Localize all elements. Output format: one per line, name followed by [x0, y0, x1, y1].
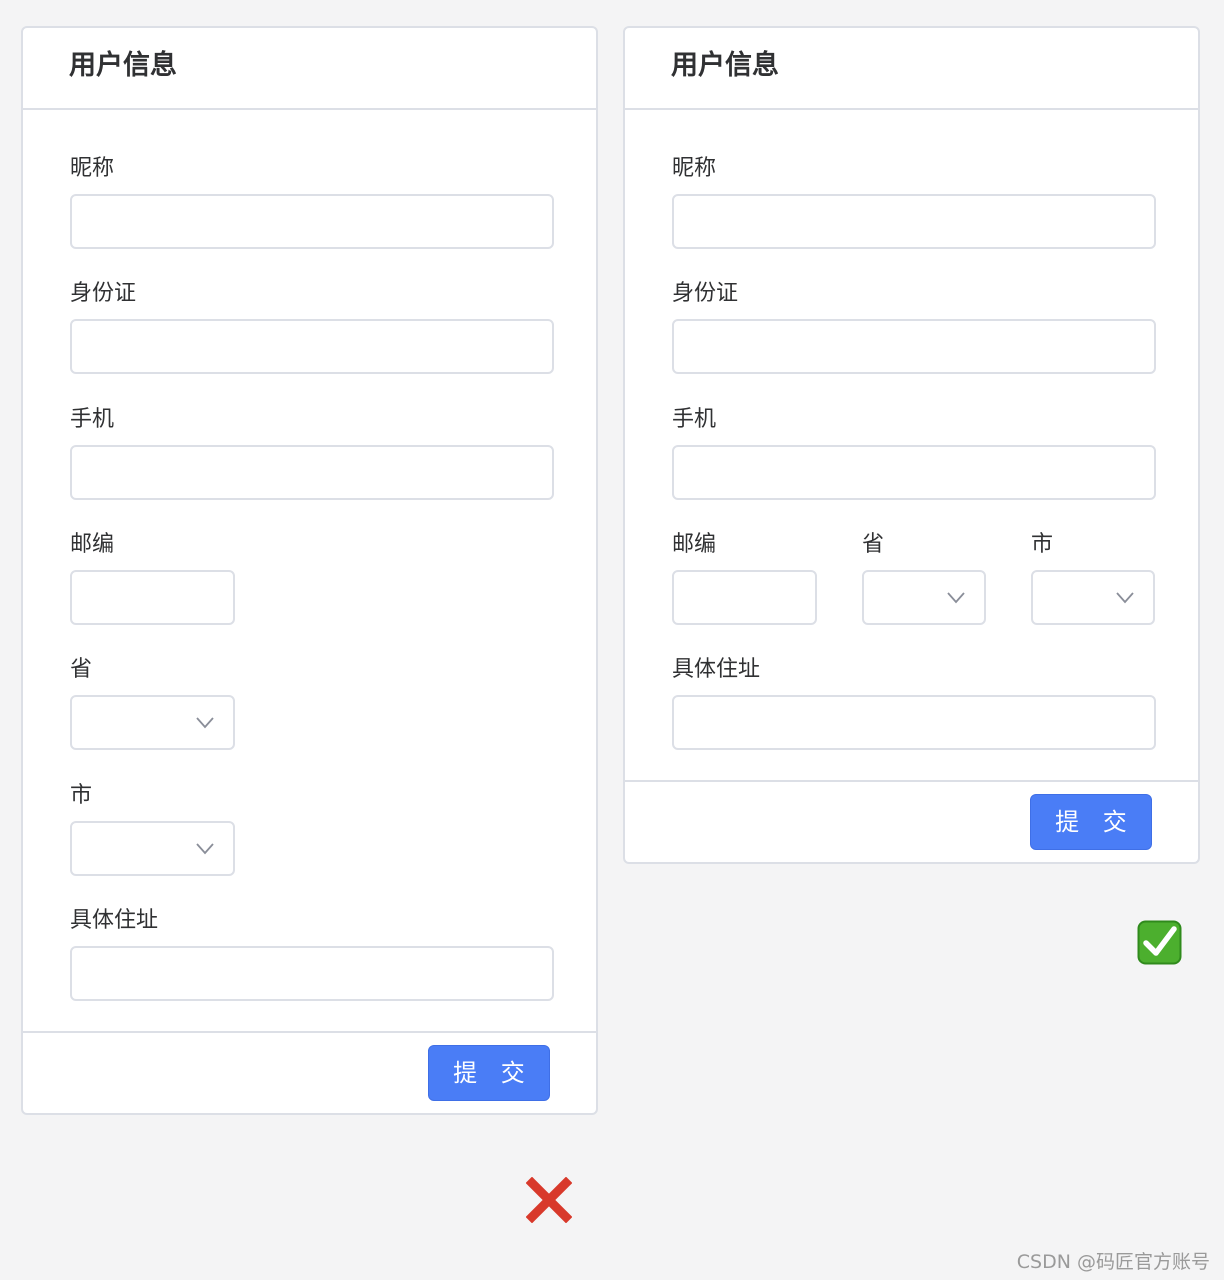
address-label: 具体住址 — [672, 657, 761, 682]
id-card-label: 身份证 — [672, 281, 739, 306]
correct-mark-icon — [1137, 920, 1182, 965]
chevron-down-icon — [196, 843, 214, 855]
chevron-down-icon — [196, 717, 214, 729]
phone-input[interactable] — [672, 445, 1156, 500]
nickname-label: 昵称 — [672, 156, 717, 181]
city-label: 市 — [1031, 532, 1054, 557]
wrong-mark-icon — [526, 1177, 572, 1223]
province-select[interactable] — [70, 695, 235, 750]
postcode-input[interactable] — [70, 570, 235, 625]
chevron-down-icon — [1116, 592, 1134, 604]
user-info-card-left: 用户信息 昵称 身份证 手机 邮编 省 市 具体住址 提 交 — [21, 26, 598, 1115]
city-select[interactable] — [1031, 570, 1155, 625]
submit-button[interactable]: 提 交 — [1030, 794, 1152, 850]
card-header: 用户信息 — [23, 28, 596, 110]
card-footer: 提 交 — [23, 1031, 596, 1113]
user-info-card-right: 用户信息 昵称 身份证 手机 邮编 省 市 具体住址 提 交 — [623, 26, 1200, 864]
city-select[interactable] — [70, 821, 235, 876]
city-label: 市 — [70, 783, 93, 808]
phone-label: 手机 — [70, 407, 115, 432]
address-input[interactable] — [70, 946, 554, 1001]
nickname-input[interactable] — [70, 194, 554, 249]
watermark: CSDN @码匠官方账号 — [1016, 1251, 1210, 1273]
province-select[interactable] — [862, 570, 986, 625]
address-input[interactable] — [672, 695, 1156, 750]
id-card-input[interactable] — [70, 319, 554, 374]
submit-button[interactable]: 提 交 — [428, 1045, 550, 1101]
phone-input[interactable] — [70, 445, 554, 500]
card-title: 用户信息 — [69, 50, 177, 81]
chevron-down-icon — [947, 592, 965, 604]
postcode-input[interactable] — [672, 570, 817, 625]
card-header: 用户信息 — [625, 28, 1198, 110]
card-title: 用户信息 — [671, 50, 779, 81]
postcode-label: 邮编 — [672, 532, 717, 557]
postcode-label: 邮编 — [70, 532, 115, 557]
id-card-input[interactable] — [672, 319, 1156, 374]
nickname-label: 昵称 — [70, 156, 115, 181]
province-label: 省 — [70, 657, 93, 682]
card-footer: 提 交 — [625, 780, 1198, 862]
phone-label: 手机 — [672, 407, 717, 432]
nickname-input[interactable] — [672, 194, 1156, 249]
province-label: 省 — [862, 532, 885, 557]
address-label: 具体住址 — [70, 908, 159, 933]
id-card-label: 身份证 — [70, 281, 137, 306]
